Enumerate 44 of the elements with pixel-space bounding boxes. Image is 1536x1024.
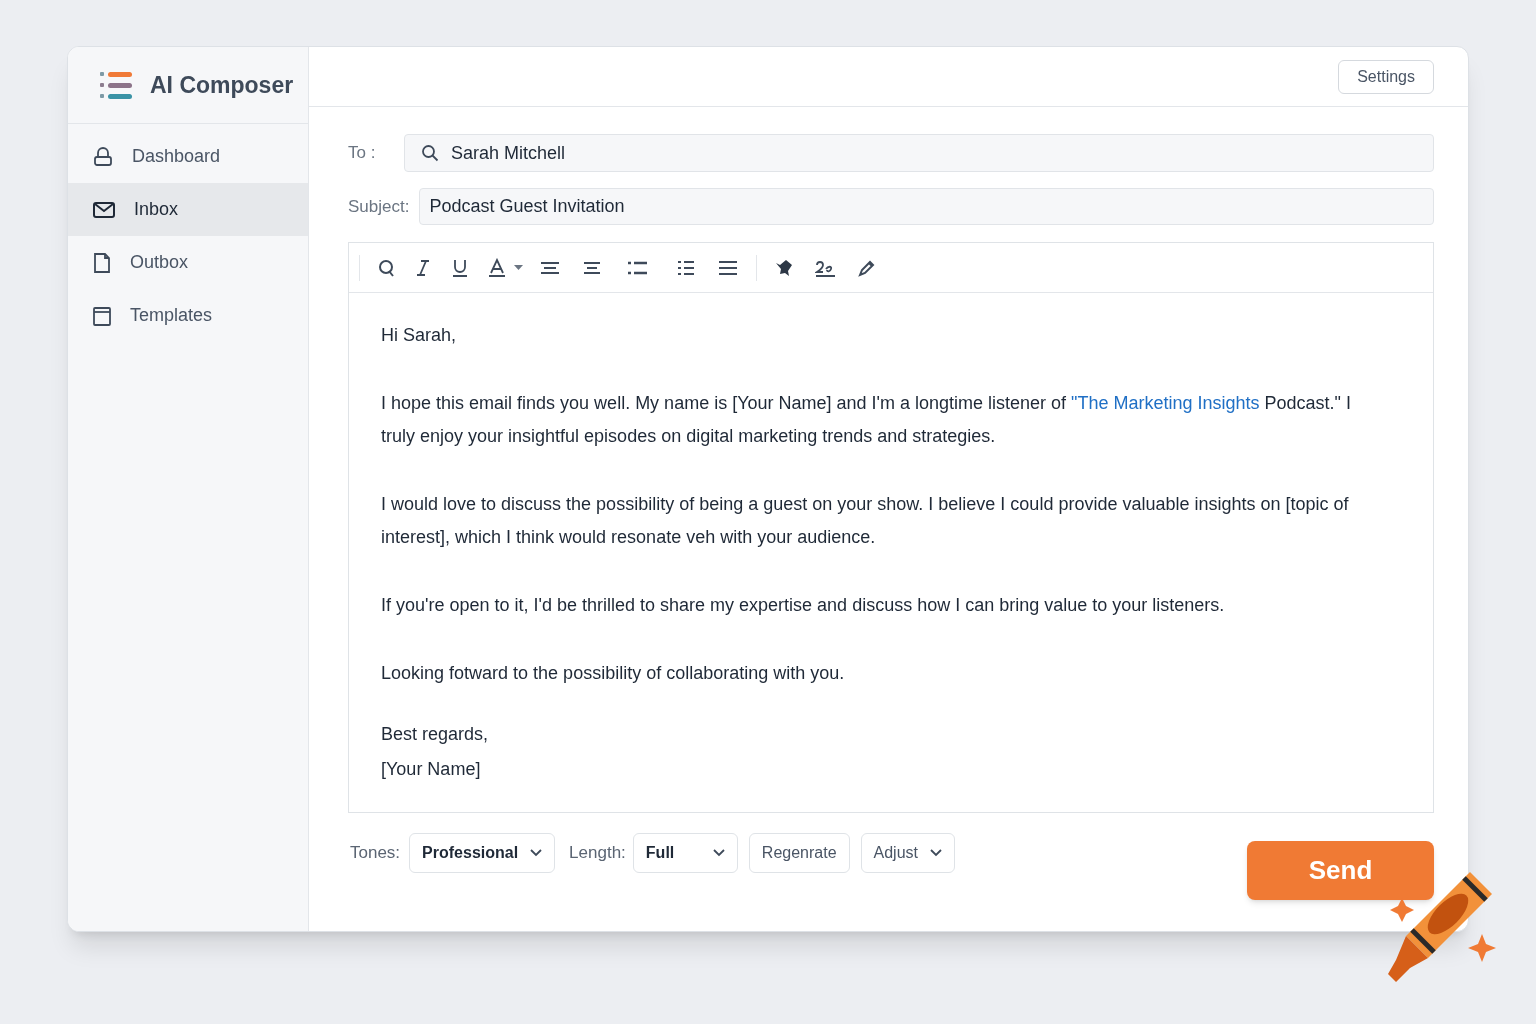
body-paragraph: [Your Name] — [381, 758, 482, 781]
chevron-icon — [930, 849, 942, 857]
to-field[interactable]: Sarah Mitchell — [404, 134, 1434, 172]
app-title: AI Composer — [150, 70, 294, 100]
logo-icon — [100, 69, 134, 101]
search-icon[interactable] — [378, 258, 396, 277]
to-label: To : — [348, 142, 377, 165]
align-left-icon[interactable] — [541, 260, 559, 275]
search-icon — [421, 144, 439, 162]
settings-button[interactable]: Settings — [1338, 59, 1434, 94]
sidebar-item[interactable]: Templates — [68, 289, 308, 342]
pen-icon[interactable] — [858, 258, 876, 277]
podcast-link[interactable]: "The Marketing Insights — [1071, 393, 1260, 413]
subject-label: Subject: — [348, 195, 410, 218]
bullet-list-icon[interactable] — [628, 260, 647, 275]
numbered-list-icon[interactable] — [677, 259, 694, 276]
justify-icon[interactable] — [719, 260, 737, 275]
signature-icon[interactable] — [815, 258, 836, 277]
body-paragraph: Hi Sarah, — [381, 324, 458, 347]
body-paragraph: Looking fotward to the possibility of collaborating with you. — [381, 662, 846, 685]
sidebar-item[interactable]: Dashboard — [68, 130, 308, 183]
adjust-button[interactable]: Adjust — [860, 833, 955, 873]
underline-icon[interactable] — [452, 257, 468, 278]
chevron-icon — [712, 849, 725, 857]
body-paragraph: If you're open to it, I'd be thrilled to share my expertise and discuss how I can bring value to your listeners. — [381, 594, 1226, 617]
tones-dropdown[interactable]: Professional — [409, 833, 556, 873]
length-dropdown[interactable]: Full — [632, 833, 738, 873]
mail-icon — [93, 200, 115, 219]
chevron-icon — [530, 849, 543, 857]
body-paragraph: Best regards, — [381, 723, 490, 746]
text-color-icon[interactable] — [488, 257, 506, 278]
caret-icon[interactable] — [514, 265, 523, 270]
subject-field[interactable]: Podcast Guest Invitation — [419, 188, 1434, 225]
tones-label: Tones: — [350, 842, 401, 865]
italic-icon[interactable] — [416, 258, 430, 277]
align-center-icon[interactable] — [583, 260, 601, 275]
sidebar-item[interactable]: Inbox — [68, 183, 308, 236]
sidebar-item[interactable]: Outbox — [68, 236, 308, 289]
document-icon — [93, 252, 111, 273]
template-icon — [93, 305, 111, 326]
body-paragraph: I hope this email finds you well. My name is [Your Name] and I'm a longtime listener of "The Marketing Insights Podcast." I truly enjoy your insightful episodes on digital marketing trends and strategies. — [381, 392, 1352, 448]
regenerate-button[interactable]: Regenrate — [748, 833, 850, 873]
length-label: Length: — [569, 842, 626, 865]
body-paragraph: I would love to discuss the possibility of being a guest on your show. I believe I could provide valuable insights on [topic of interest], which I think would resonate veh with your audience. — [381, 493, 1350, 549]
